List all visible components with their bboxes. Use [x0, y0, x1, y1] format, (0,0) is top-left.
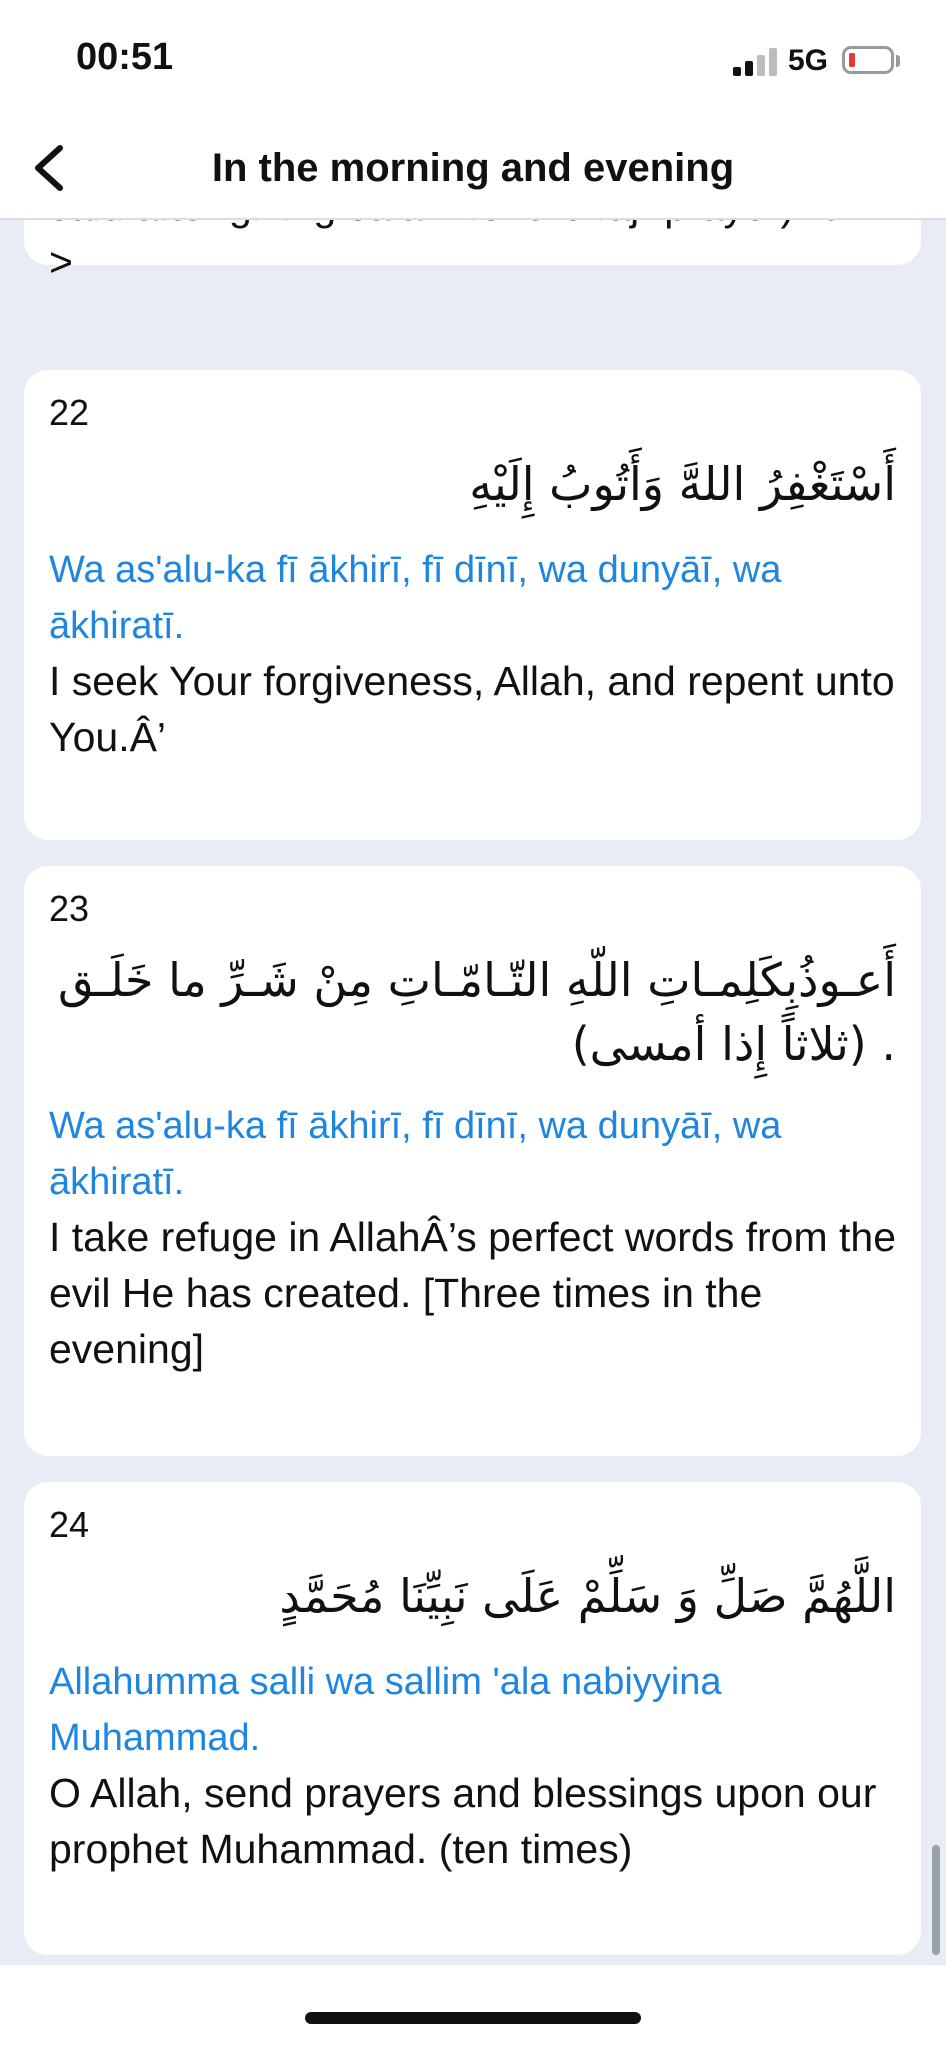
dhikr-card: 22 أَسْتَغْفِرُ اللهَّ وَأَتُوبُ إِلَيْه…: [24, 370, 921, 840]
battery-tip: [896, 55, 900, 67]
card-translation: said after giving salam for the fajr pra…: [49, 220, 889, 285]
nav-bar: In the morning and evening: [0, 118, 946, 220]
card-translation: O Allah, send prayers and blessings upon…: [49, 1770, 877, 1872]
card-arabic: أَعـوذُبِكَلِمـاتِ اللّهِ التّـامّـاتِ م…: [57, 953, 896, 1071]
network-type: 5G: [788, 44, 829, 77]
status-time: 00:51: [76, 36, 174, 78]
dhikr-card: 23 أَعـوذُبِكَلِمـاتِ اللّهِ التّـامّـات…: [24, 866, 921, 1456]
dhikr-card: said after giving salam for the fajr pra…: [24, 220, 921, 285]
scrollbar[interactable]: [932, 1845, 940, 1955]
page-title: In the morning and evening: [211, 146, 735, 190]
card-number: 24: [49, 1504, 90, 1545]
card-arabic: اللَّهُمَّ صَلِّ وَ سَلِّمْ عَلَى نَبِيِ…: [279, 1569, 896, 1623]
cellular-signal-icon: [733, 48, 777, 76]
battery-low-icon: [842, 46, 894, 74]
card-translation: I take refuge in AllahÂ’s perfect words …: [49, 1214, 897, 1372]
dhikr-card: 24 اللَّهُمَّ صَلِّ وَ سَلِّمْ عَلَى نَب…: [24, 1482, 921, 1955]
card-number: 22: [49, 392, 90, 433]
card-transliteration: Wa as'alu-ka fī ākhirī, fī dīnī, wa duny…: [49, 1105, 782, 1203]
bottom-safe-area: [0, 1965, 946, 2048]
card-transliteration: Wa as'alu-ka fī ākhirī, fī dīnī, wa duny…: [49, 549, 782, 647]
status-bar: 00:51 5G: [0, 0, 946, 118]
card-arabic: أَسْتَغْفِرُ اللهَّ وَأَتُوبُ إِلَيْهِ: [469, 457, 896, 511]
card-transliteration: Allahumma salli wa sallim 'ala nabiyyina…: [49, 1661, 722, 1759]
dhikr-list[interactable]: said after giving salam for the fajr pra…: [0, 220, 946, 1965]
card-translation: I seek Your forgiveness, Allah, and repe…: [49, 658, 895, 760]
card-number: 23: [49, 888, 90, 929]
home-indicator[interactable]: [305, 2012, 641, 2024]
